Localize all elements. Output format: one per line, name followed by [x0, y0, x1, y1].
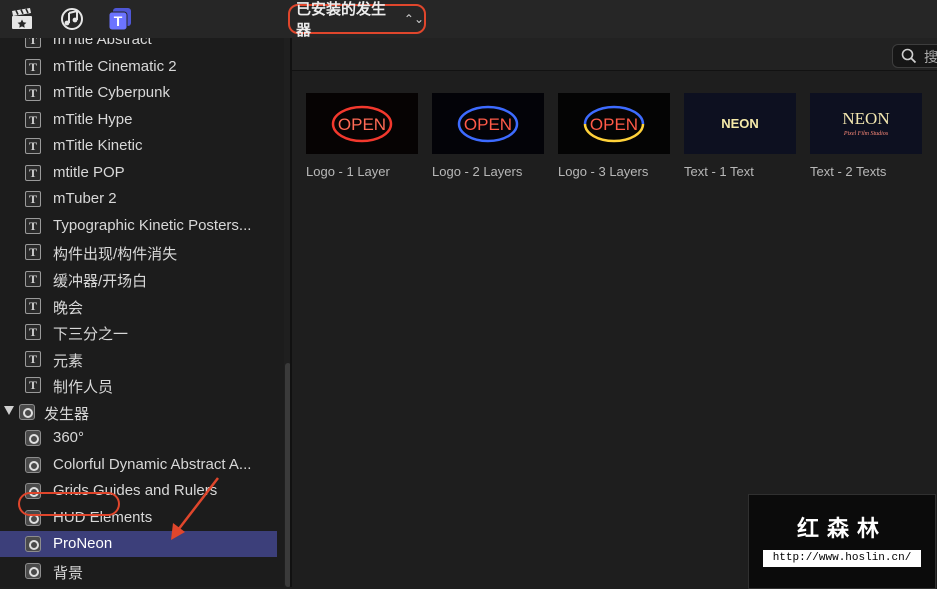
- title-template-icon: T: [25, 38, 41, 48]
- neon-logo-thumbnail: OPEN: [432, 93, 544, 154]
- generator-icon: [19, 404, 35, 420]
- sidebar-item-label: 下三分之一: [53, 326, 129, 343]
- title-template-icon: T: [25, 324, 41, 340]
- thumb-text: NEON: [721, 116, 759, 131]
- sidebar-item[interactable]: Tmtitle POP: [0, 160, 277, 186]
- sidebar-item-label: mTitle Abstract: [53, 38, 152, 48]
- annotation-highlight-ring: [18, 492, 120, 516]
- title-template-icon: T: [25, 244, 41, 260]
- title-template-icon: T: [25, 351, 41, 367]
- sidebar-item[interactable]: T 元素: [0, 346, 277, 372]
- sidebar-item[interactable]: TmTitle Abstract: [0, 38, 277, 53]
- dropdown-label: 已安装的发生器: [296, 1, 387, 39]
- thumb-text: OPEN: [338, 115, 386, 134]
- sidebar-item[interactable]: T 下三分之一: [0, 319, 277, 345]
- title-template-icon: T: [25, 191, 41, 207]
- sidebar-item[interactable]: TmTitle Cyberpunk: [0, 80, 277, 106]
- sidebar-item-label: mTuber 2: [53, 190, 117, 207]
- sidebar-item[interactable]: ProNeon: [0, 531, 277, 557]
- generator-tile[interactable]: OPEN Logo - 3 Layers: [558, 93, 670, 179]
- sidebar-item[interactable]: T 缓冲器/开场白: [0, 266, 277, 292]
- watermark-title: 红森林: [796, 516, 887, 541]
- neon-logo-thumbnail: OPEN: [558, 93, 670, 154]
- title-template-icon: T: [25, 298, 41, 314]
- clapperboard-icon[interactable]: [10, 7, 34, 31]
- sidebar-item-label: 晚会: [53, 300, 84, 317]
- generator-icon: [25, 536, 41, 552]
- title-template-icon: T: [25, 377, 41, 393]
- title-template-icon: T: [25, 218, 41, 234]
- tile-label: Logo - 3 Layers: [558, 164, 649, 179]
- generator-tile[interactable]: OPEN Logo - 1 Layer: [306, 93, 418, 179]
- thumb-subtext: Pixel Film Studios: [843, 131, 889, 137]
- sidebar-item[interactable]: TmTitle Hype: [0, 107, 277, 133]
- tile-label: Logo - 2 Layers: [432, 164, 523, 179]
- sidebar-item-label: 缓冲器/开场白: [53, 273, 148, 290]
- sidebar-item[interactable]: 360°: [0, 425, 277, 451]
- music-notes-icon[interactable]: [60, 7, 84, 31]
- sidebar-item-label: mtitle POP: [53, 164, 125, 181]
- installed-generators-dropdown[interactable]: 已安装的发生器 ⌃⌄: [288, 1, 426, 39]
- generator-tile[interactable]: NEON Pixel Film Studios Text - 2 Texts: [810, 93, 922, 179]
- tile-label: Logo - 1 Layer: [306, 164, 390, 179]
- sidebar-item[interactable]: 背景: [0, 558, 277, 584]
- title-template-icon: T: [25, 271, 41, 287]
- sidebar-section-header[interactable]: 发生器: [0, 399, 277, 425]
- title-template-icon: T: [25, 138, 41, 154]
- sidebar-item-label: 发生器: [44, 406, 90, 423]
- svg-text:T: T: [114, 13, 123, 29]
- titles-generators-icon[interactable]: T: [108, 7, 132, 31]
- neon-text-thumbnail: NEON Pixel Film Studios: [810, 93, 922, 154]
- search-icon: [901, 48, 917, 64]
- sidebar-item-label: mTitle Hype: [53, 111, 133, 128]
- sidebar-item-label: Colorful Dynamic Abstract A...: [53, 456, 252, 473]
- sidebar-item[interactable]: TmTitle Cinematic 2: [0, 54, 277, 80]
- sidebar-item[interactable]: Colorful Dynamic Abstract A...: [0, 452, 277, 478]
- sidebar-item-label: 元素: [53, 353, 84, 370]
- sidebar-item[interactable]: TmTitle Kinetic: [0, 133, 277, 159]
- sidebar-item-label: mTitle Cyberpunk: [53, 84, 170, 101]
- tile-label: Text - 2 Texts: [810, 164, 887, 179]
- thumb-text: OPEN: [590, 115, 638, 134]
- sidebar-item[interactable]: T 制作人员: [0, 372, 277, 398]
- sidebar-item-label: 背景: [53, 565, 84, 582]
- generator-icon: [25, 430, 41, 446]
- disclosure-triangle-icon[interactable]: [4, 406, 14, 415]
- neon-logo-thumbnail: OPEN: [306, 93, 418, 154]
- generator-tile[interactable]: NEON Text - 1 Text: [684, 93, 796, 179]
- sidebar-item-label: mTitle Cinematic 2: [53, 58, 177, 75]
- sidebar-item-label: Typographic Kinetic Posters...: [53, 217, 252, 234]
- sidebar-item-label: 360°: [53, 429, 85, 446]
- generator-tile[interactable]: OPEN Logo - 2 Layers: [432, 93, 544, 179]
- thumb-text: NEON: [842, 109, 889, 128]
- generator-icon: [25, 457, 41, 473]
- browser-header: 搜: [292, 38, 937, 71]
- generator-icon: [25, 563, 41, 579]
- sidebar-item-label: ProNeon: [53, 535, 113, 552]
- title-template-icon: T: [25, 112, 41, 128]
- neon-text-thumbnail: NEON: [684, 93, 796, 154]
- sidebar-item[interactable]: T 晚会: [0, 293, 277, 319]
- watermark-url: http://www.hoslin.cn/: [763, 550, 921, 567]
- thumb-text: OPEN: [464, 115, 512, 134]
- watermark-logo: 红森林 http://www.hoslin.cn/: [748, 494, 936, 589]
- annotation-arrow-icon: [171, 477, 219, 540]
- search-placeholder: 搜: [924, 49, 937, 65]
- sidebar-item[interactable]: TmTuber 2: [0, 186, 277, 212]
- sidebar-item-label: 构件出现/构件消失: [53, 246, 178, 263]
- sidebar-item-label: 制作人员: [53, 379, 114, 396]
- title-template-icon: T: [25, 85, 41, 101]
- sidebar-item-label: mTitle Kinetic: [53, 137, 143, 154]
- title-template-icon: T: [25, 165, 41, 181]
- search-field[interactable]: 搜: [892, 44, 937, 68]
- tile-label: Text - 1 Text: [684, 164, 754, 179]
- top-toolbar: T 已安装的发生器 ⌃⌄: [0, 0, 937, 39]
- chevron-updown-icon: ⌃⌄: [403, 12, 424, 26]
- sidebar-item[interactable]: T 构件出现/构件消失: [0, 239, 277, 265]
- title-template-icon: T: [25, 59, 41, 75]
- sidebar-item[interactable]: T Typographic Kinetic Posters...: [0, 213, 277, 239]
